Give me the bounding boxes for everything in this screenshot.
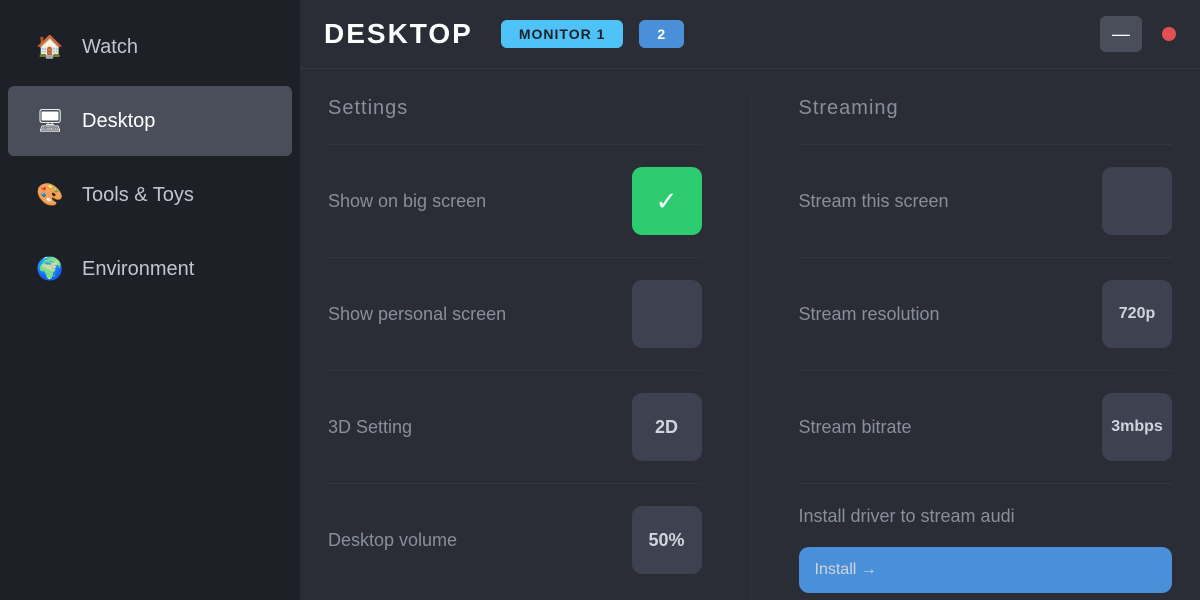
stream-this-screen-toggle[interactable] [1102,167,1172,235]
sidebar-label-tools: Tools & Toys [82,184,194,207]
globe-icon: 🌍 [36,256,64,282]
install-driver-label: Install driver to stream audi [799,506,1173,527]
desktop-volume-button[interactable]: 50% [632,506,702,574]
stream-bitrate-button[interactable]: 3mbps [1102,393,1172,461]
monitor1-button[interactable]: MONITOR 1 [501,20,624,48]
setting-row-3d-setting: 3D Setting 2D [328,370,702,483]
sidebar-label-watch: Watch [82,36,138,59]
stream-row-resolution: Stream resolution 720p [799,257,1173,370]
minimize-button[interactable]: — [1100,16,1142,52]
setting-row-show-personal-screen: Show personal screen [328,257,702,370]
install-driver-row: Install driver to stream audi Install → [799,483,1173,593]
page-title: DESKTOP [324,18,473,50]
install-driver-button[interactable]: Install → [799,547,1173,593]
setting-label-show-big-screen: Show on big screen [328,191,486,212]
show-big-screen-toggle[interactable]: ✓ [632,167,702,235]
stream-resolution-button[interactable]: 720p [1102,280,1172,348]
main-content: DESKTOP MONITOR 1 2 — Settings Show on b… [300,0,1200,600]
status-dot [1162,27,1176,41]
stream-row-this-screen: Stream this screen [799,144,1173,257]
setting-label-desktop-volume: Desktop volume [328,530,457,551]
content-area: Settings Show on big screen ✓ Show perso… [300,69,1200,600]
stream-label-resolution: Stream resolution [799,304,940,325]
3d-setting-button[interactable]: 2D [632,393,702,461]
stream-label-bitrate: Stream bitrate [799,417,912,438]
streaming-panel: Streaming Stream this screen Stream reso… [751,97,1173,600]
stream-row-bitrate: Stream bitrate 3mbps [799,370,1173,483]
monitor2-button[interactable]: 2 [639,20,684,48]
setting-label-3d: 3D Setting [328,417,412,438]
palette-icon: 🎨 [36,182,64,208]
setting-row-desktop-volume: Desktop volume 50% [328,483,702,596]
desktop-icon: 🖥 [36,108,64,134]
home-icon: 🏠 [36,34,64,60]
sidebar-item-watch[interactable]: 🏠 Watch [8,12,292,82]
header: DESKTOP MONITOR 1 2 — [300,0,1200,69]
sidebar-label-desktop: Desktop [82,110,155,133]
sidebar-item-tools[interactable]: 🎨 Tools & Toys [8,160,292,230]
show-personal-screen-toggle[interactable] [632,280,702,348]
sidebar-label-environment: Environment [82,258,194,281]
streaming-title: Streaming [799,97,1173,120]
sidebar: 🏠 Watch 🖥 Desktop 🎨 Tools & Toys 🌍 Envir… [0,0,300,600]
setting-label-show-personal-screen: Show personal screen [328,304,506,325]
sidebar-item-environment[interactable]: 🌍 Environment [8,234,292,304]
settings-panel: Settings Show on big screen ✓ Show perso… [328,97,751,600]
settings-title: Settings [328,97,702,120]
setting-row-show-big-screen: Show on big screen ✓ [328,144,702,257]
stream-label-this-screen: Stream this screen [799,191,949,212]
sidebar-item-desktop[interactable]: 🖥 Desktop [8,86,292,156]
